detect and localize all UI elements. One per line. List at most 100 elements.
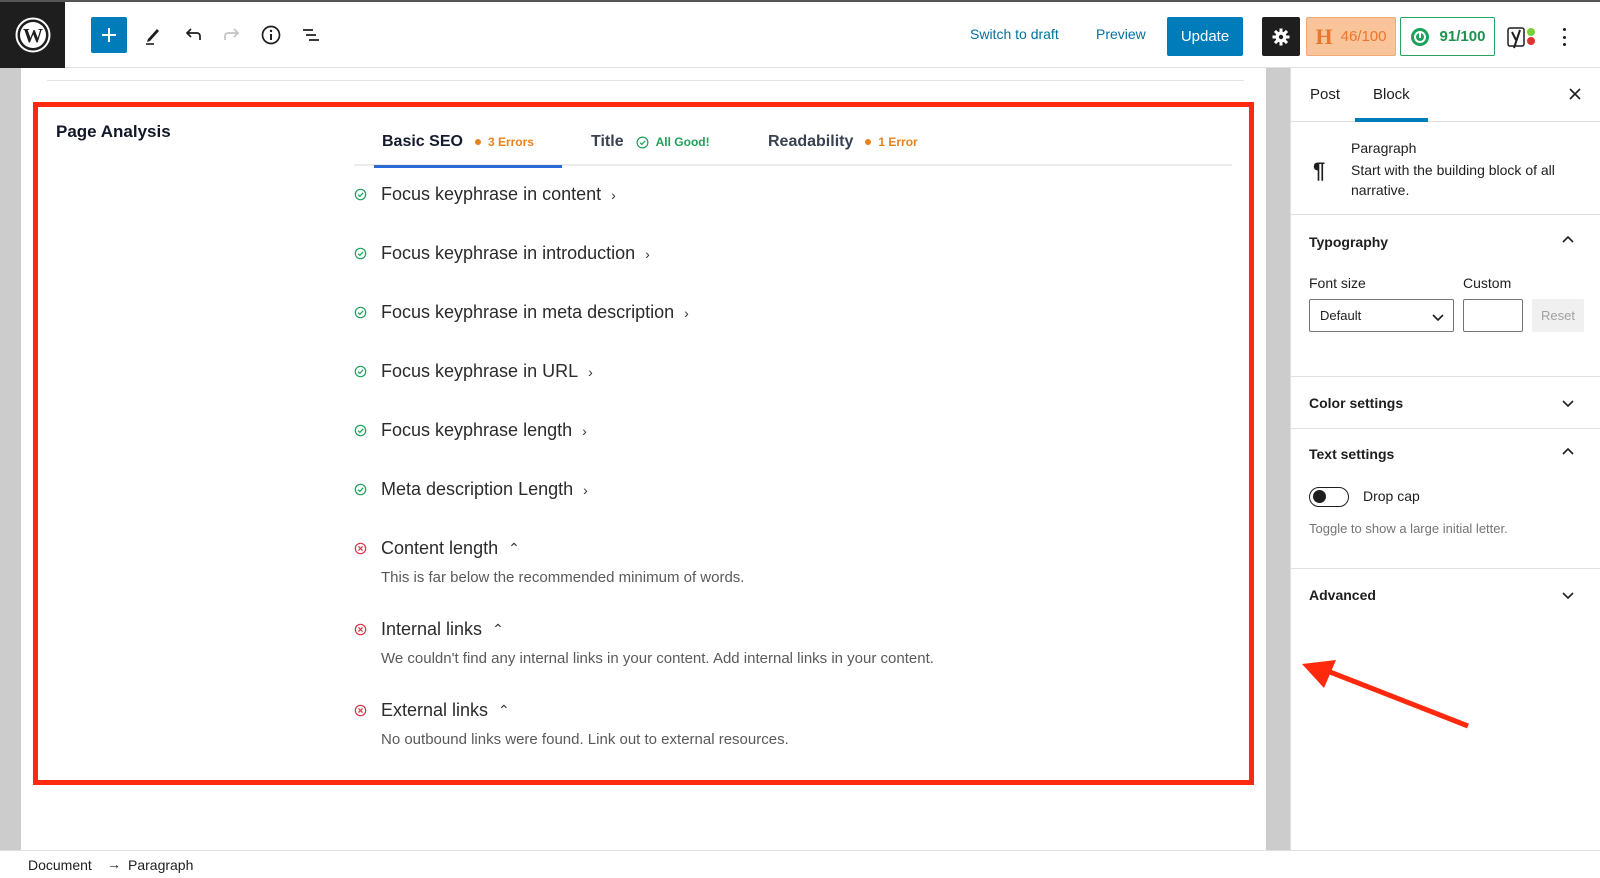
update-button[interactable]: Update: [1167, 17, 1243, 56]
analysis-check-item[interactable]: Focus keyphrase length ›: [354, 420, 587, 441]
check-circle-icon: [354, 365, 367, 378]
status-badge: All Good!: [636, 135, 710, 149]
chevron-down-icon[interactable]: [1561, 588, 1575, 602]
analysis-check-item[interactable]: Internal links ⌃: [354, 619, 504, 640]
drop-cap-label: Drop cap: [1363, 488, 1420, 504]
pencil-icon: [146, 29, 159, 45]
page-analysis-title: Page Analysis: [56, 122, 171, 141]
typography-panel-toggle[interactable]: Typography: [1309, 234, 1388, 250]
check-label: Focus keyphrase in URL: [381, 361, 579, 381]
analysis-check-item[interactable]: Focus keyphrase in URL ›: [354, 361, 593, 382]
chevron-down-icon[interactable]: [1561, 396, 1575, 410]
chevron-down-icon: [1432, 314, 1444, 322]
paragraph-icon: ¶: [1313, 158, 1326, 183]
text-settings-panel: Text settings Drop cap Toggle to show a …: [1291, 429, 1600, 569]
check-circle-icon: [354, 483, 367, 496]
analysis-tabs: Basic SEO 3 Errors Title All Good! Reada…: [354, 118, 1232, 168]
status-badge: 1 Error: [865, 135, 918, 149]
analysis-check-item[interactable]: External links ⌃: [354, 700, 510, 721]
seo-score-button[interactable]: 91/100: [1400, 17, 1495, 56]
analysis-check-item[interactable]: Focus keyphrase in content ›: [354, 184, 616, 205]
color-settings-toggle[interactable]: Color settings: [1309, 395, 1403, 411]
check-description: We couldn't find any internal links in y…: [381, 650, 934, 667]
text-settings-toggle[interactable]: Text settings: [1309, 446, 1394, 462]
tab-post[interactable]: Post: [1310, 86, 1340, 103]
error-circle-icon: [354, 542, 367, 555]
check-label: Focus keyphrase in introduction: [381, 243, 636, 263]
list-view-button[interactable]: [293, 17, 329, 53]
close-sidebar-button[interactable]: [1563, 82, 1587, 106]
status-badge: 3 Errors: [474, 135, 534, 149]
undo-icon: [185, 28, 201, 40]
switch-to-draft-button[interactable]: Switch to draft: [970, 26, 1059, 42]
tools-button[interactable]: [135, 17, 171, 53]
chevron-up-icon: ⌃: [498, 702, 510, 718]
check-label: External links: [381, 700, 489, 720]
block-breadcrumb: Document → Paragraph: [0, 850, 1600, 878]
chevron-right-icon: ›: [645, 245, 650, 262]
canvas-scrollbar[interactable]: [1266, 68, 1290, 850]
settings-sidebar: Post Block ¶ Paragraph Start with the bu…: [1290, 68, 1600, 850]
breadcrumb-document[interactable]: Document: [28, 857, 92, 873]
chevron-right-icon: ›: [588, 363, 593, 380]
check-circle-icon: [354, 247, 367, 260]
check-description: This is far below the recommended minimu…: [381, 569, 745, 586]
color-settings-panel: Color settings: [1291, 377, 1600, 429]
analysis-check-item[interactable]: Content length ⌃: [354, 538, 520, 559]
headline-h-icon: H: [1315, 23, 1333, 49]
drop-cap-toggle[interactable]: [1309, 487, 1349, 507]
breadcrumb-paragraph[interactable]: Paragraph: [128, 857, 193, 873]
tab-block[interactable]: Block: [1373, 86, 1410, 103]
tab-readability[interactable]: Readability 1 Error: [768, 118, 918, 166]
error-circle-icon: [354, 704, 367, 717]
undo-button[interactable]: [175, 17, 211, 53]
check-description: No outbound links were found. Link out t…: [381, 731, 789, 748]
check-label: Focus keyphrase in content: [381, 184, 602, 204]
chevron-right-icon: ›: [611, 186, 616, 203]
arrow-right-icon: →: [107, 856, 121, 872]
tab-label: Readability: [768, 133, 854, 150]
canvas-margin-left: [0, 68, 21, 850]
svg-text:W: W: [23, 25, 43, 47]
analysis-check-item[interactable]: Meta description Length ›: [354, 479, 588, 500]
wordpress-logo[interactable]: W: [0, 2, 65, 68]
check-circle-icon: [354, 424, 367, 437]
block-description: Start with the building block of all nar…: [1351, 162, 1555, 198]
plus-icon: [102, 28, 116, 42]
check-label: Internal links: [381, 619, 483, 639]
check-label: Focus keyphrase length: [381, 420, 573, 440]
tab-basic-seo[interactable]: Basic SEO 3 Errors: [374, 118, 562, 168]
tab-label: Title: [591, 133, 624, 150]
more-options-button[interactable]: [1558, 24, 1570, 50]
preview-button[interactable]: Preview: [1096, 26, 1146, 42]
close-icon: [1569, 88, 1581, 100]
chevron-right-icon: ›: [684, 304, 689, 321]
wordpress-icon: W: [15, 17, 50, 53]
chevron-up-icon[interactable]: [1561, 445, 1575, 459]
warning-dot-icon: [474, 139, 481, 145]
block-card: ¶ Paragraph Start with the building bloc…: [1291, 122, 1600, 215]
yoast-button[interactable]: [1506, 24, 1542, 50]
divider: [47, 80, 1244, 81]
analysis-check-item[interactable]: Focus keyphrase in meta description ›: [354, 302, 689, 323]
settings-button[interactable]: [1262, 17, 1300, 56]
error-circle-icon: [354, 623, 367, 636]
check-circle-icon: [636, 136, 649, 148]
block-name: Paragraph: [1351, 140, 1417, 156]
reset-button[interactable]: Reset: [1532, 299, 1584, 332]
list-view-icon: [303, 29, 319, 41]
headline-score-button[interactable]: H 46/100: [1306, 17, 1396, 56]
advanced-toggle[interactable]: Advanced: [1309, 587, 1376, 603]
details-button[interactable]: [253, 17, 289, 53]
chevron-up-icon[interactable]: [1561, 233, 1575, 247]
analysis-check-item[interactable]: Focus keyphrase in introduction ›: [354, 243, 650, 264]
add-block-button[interactable]: [91, 17, 127, 53]
check-label: Meta description Length: [381, 479, 574, 499]
font-size-label: Font size: [1309, 275, 1366, 291]
font-size-select[interactable]: Default: [1309, 299, 1454, 332]
tab-title[interactable]: Title All Good!: [591, 118, 710, 166]
redo-button[interactable]: [214, 17, 250, 53]
custom-size-label: Custom: [1463, 275, 1512, 291]
custom-font-size-input[interactable]: [1463, 299, 1523, 332]
chevron-up-icon: ⌃: [492, 621, 504, 637]
